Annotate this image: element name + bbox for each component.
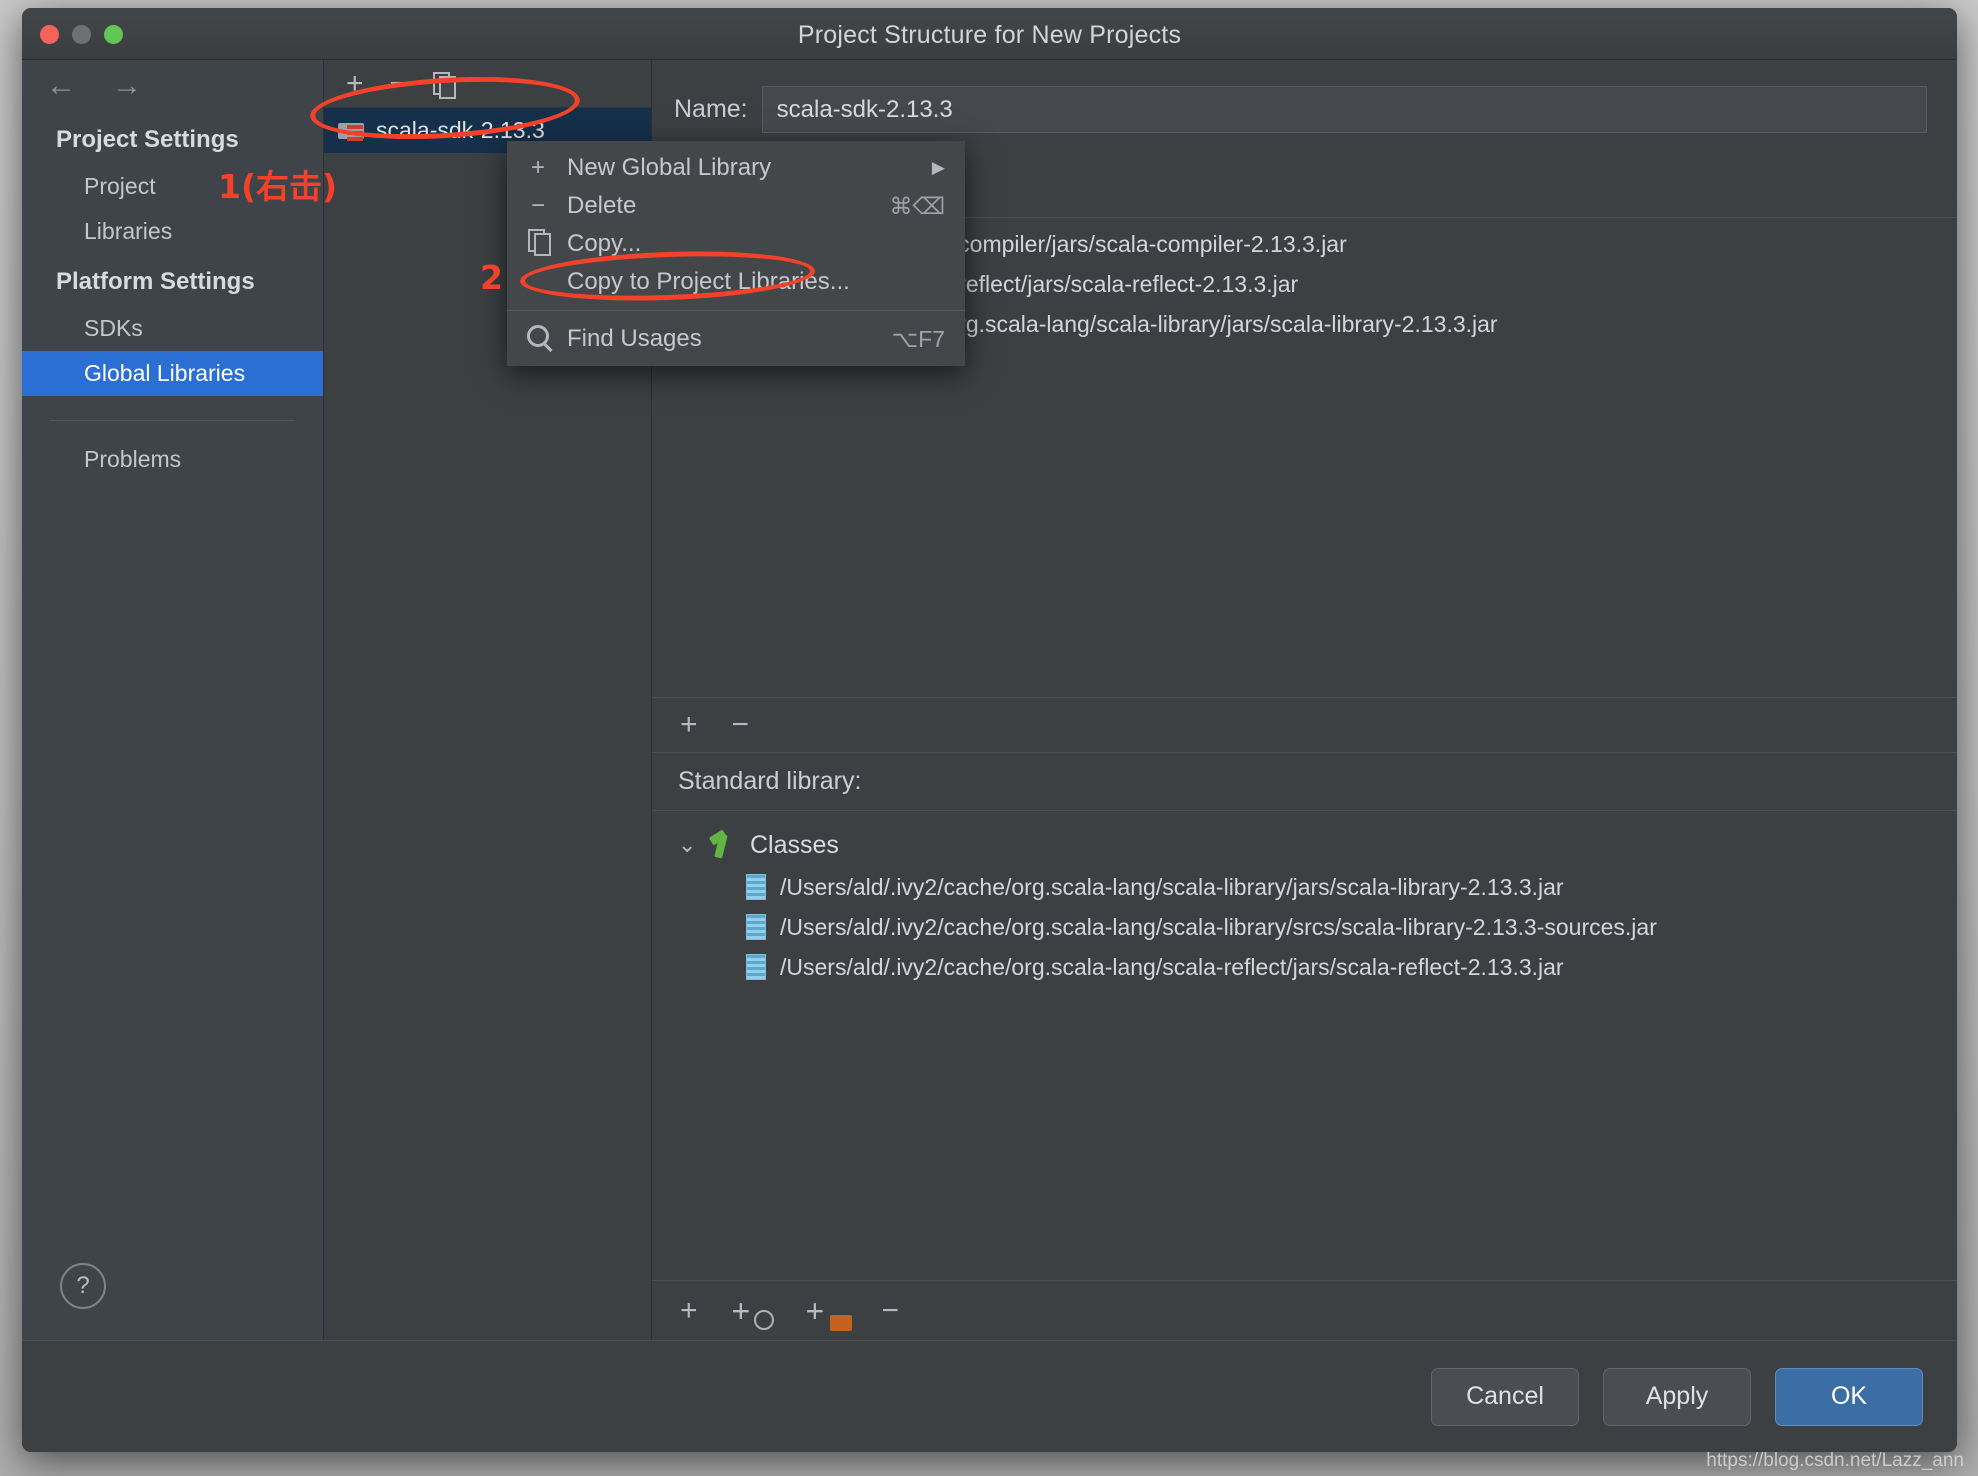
add-library-icon[interactable]: + [346, 69, 364, 99]
standard-library-label: Standard library: [652, 753, 1957, 811]
scala-sdk-icon [338, 119, 364, 143]
menu-divider [507, 310, 965, 311]
list-item[interactable]: /Users/ald/.ivy2/cache/org.scala-lang/sc… [652, 907, 1957, 947]
context-menu: + New Global Library ▶ − Delete ⌘⌫ Copy.… [507, 141, 965, 366]
library-list-toolbar: + − [324, 60, 651, 108]
menu-item-label: Delete [567, 192, 873, 220]
chevron-down-icon[interactable]: ⌄ [678, 832, 694, 858]
back-arrow-icon[interactable]: ← [46, 71, 76, 101]
add-path-icon[interactable]: + [680, 710, 698, 740]
menu-item-copy[interactable]: Copy... [507, 225, 965, 263]
name-row: Name: scala-sdk-2.13.3 [652, 60, 1957, 133]
plus-icon: + [525, 154, 551, 182]
add-sources-icon[interactable]: + [732, 1294, 772, 1328]
sidebar-spacer [22, 482, 323, 1232]
help-button[interactable]: ? [60, 1263, 106, 1309]
sidebar-item-project[interactable]: Project [22, 164, 323, 209]
sidebar-item-problems[interactable]: Problems [22, 437, 323, 482]
remove-path-icon[interactable]: − [732, 710, 750, 740]
settings-sidebar: ← → Project Settings Project Libraries P… [22, 60, 324, 1340]
sidebar-item-sdks[interactable]: SDKs [22, 306, 323, 351]
library-name-label: scala-sdk-2.13.3 [376, 117, 545, 144]
list-item[interactable]: /Users/ald/.ivy2/cache/org.scala-lang/sc… [652, 867, 1957, 907]
classes-tree: ⌄ Classes /Users/ald/.ivy2/cache/org.sca… [652, 811, 1957, 1280]
menu-item-find-usages[interactable]: Find Usages ⌥F7 [507, 320, 965, 358]
jar-icon [746, 914, 766, 940]
apply-button[interactable]: Apply [1603, 1368, 1751, 1426]
dialog-footer: Cancel Apply OK [22, 1340, 1957, 1452]
menu-item-shortcut: ⌥F7 [892, 326, 945, 353]
minus-icon: − [525, 192, 551, 220]
dialog-body: ← → Project Settings Project Libraries P… [22, 60, 1957, 1340]
menu-item-label: Find Usages [567, 325, 876, 353]
add-folder-icon[interactable]: + [806, 1294, 848, 1328]
menu-item-delete[interactable]: − Delete ⌘⌫ [507, 187, 965, 225]
name-input[interactable]: scala-sdk-2.13.3 [762, 86, 1927, 133]
ok-button[interactable]: OK [1775, 1368, 1923, 1426]
title-bar: Project Structure for New Projects [22, 8, 1957, 60]
name-label: Name: [674, 95, 748, 124]
compile-hammer-icon [708, 831, 736, 859]
forward-arrow-icon[interactable]: → [112, 71, 142, 101]
project-structure-dialog: Project Structure for New Projects ← → P… [22, 8, 1957, 1452]
list-item[interactable]: /Users/ald/.ivy2/cache/org.scala-lang/sc… [652, 947, 1957, 987]
paths-toolbar: + − [652, 697, 1957, 753]
tree-node-classes[interactable]: ⌄ Classes [652, 823, 1957, 867]
sidebar-divider [50, 420, 295, 421]
remove-classes-icon[interactable]: − [882, 1296, 900, 1326]
copy-library-icon[interactable] [433, 72, 453, 96]
sidebar-item-libraries[interactable]: Libraries [22, 209, 323, 254]
menu-item-shortcut: ⌘⌫ [889, 193, 945, 220]
cancel-button[interactable]: Cancel [1431, 1368, 1579, 1426]
add-classes-icon[interactable]: + [680, 1296, 698, 1326]
jar-path-label: /Users/ald/.ivy2/cache/org.scala-lang/sc… [780, 914, 1657, 941]
navigation-arrows: ← → [22, 60, 323, 112]
menu-item-new-global-library[interactable]: + New Global Library ▶ [507, 149, 965, 187]
sidebar-item-global-libraries[interactable]: Global Libraries [22, 351, 323, 396]
tree-node-label: Classes [750, 831, 839, 860]
watermark: https://blog.csdn.net/Lazz_ann [1706, 1450, 1964, 1472]
copy-icon [525, 229, 551, 260]
menu-item-label: Copy... [567, 230, 945, 258]
jar-path-label: /Users/ald/.ivy2/cache/org.scala-lang/sc… [780, 954, 1564, 981]
classes-toolbar: + + + − [652, 1280, 1957, 1340]
jar-icon [746, 874, 766, 900]
menu-item-copy-to-project-libraries[interactable]: Copy to Project Libraries... [507, 263, 965, 301]
submenu-arrow-icon: ▶ [932, 158, 945, 178]
help-row: ? [22, 1232, 323, 1340]
menu-item-label: New Global Library [567, 154, 916, 182]
menu-item-label: Copy to Project Libraries... [567, 268, 945, 296]
window-title: Project Structure for New Projects [22, 21, 1957, 50]
sidebar-group-platform-settings: Platform Settings [22, 254, 323, 306]
jar-icon [746, 954, 766, 980]
sidebar-group-project-settings: Project Settings [22, 112, 323, 164]
remove-library-icon[interactable]: − [390, 69, 408, 99]
search-icon [525, 325, 551, 354]
jar-path-label: /Users/ald/.ivy2/cache/org.scala-lang/sc… [780, 874, 1564, 901]
